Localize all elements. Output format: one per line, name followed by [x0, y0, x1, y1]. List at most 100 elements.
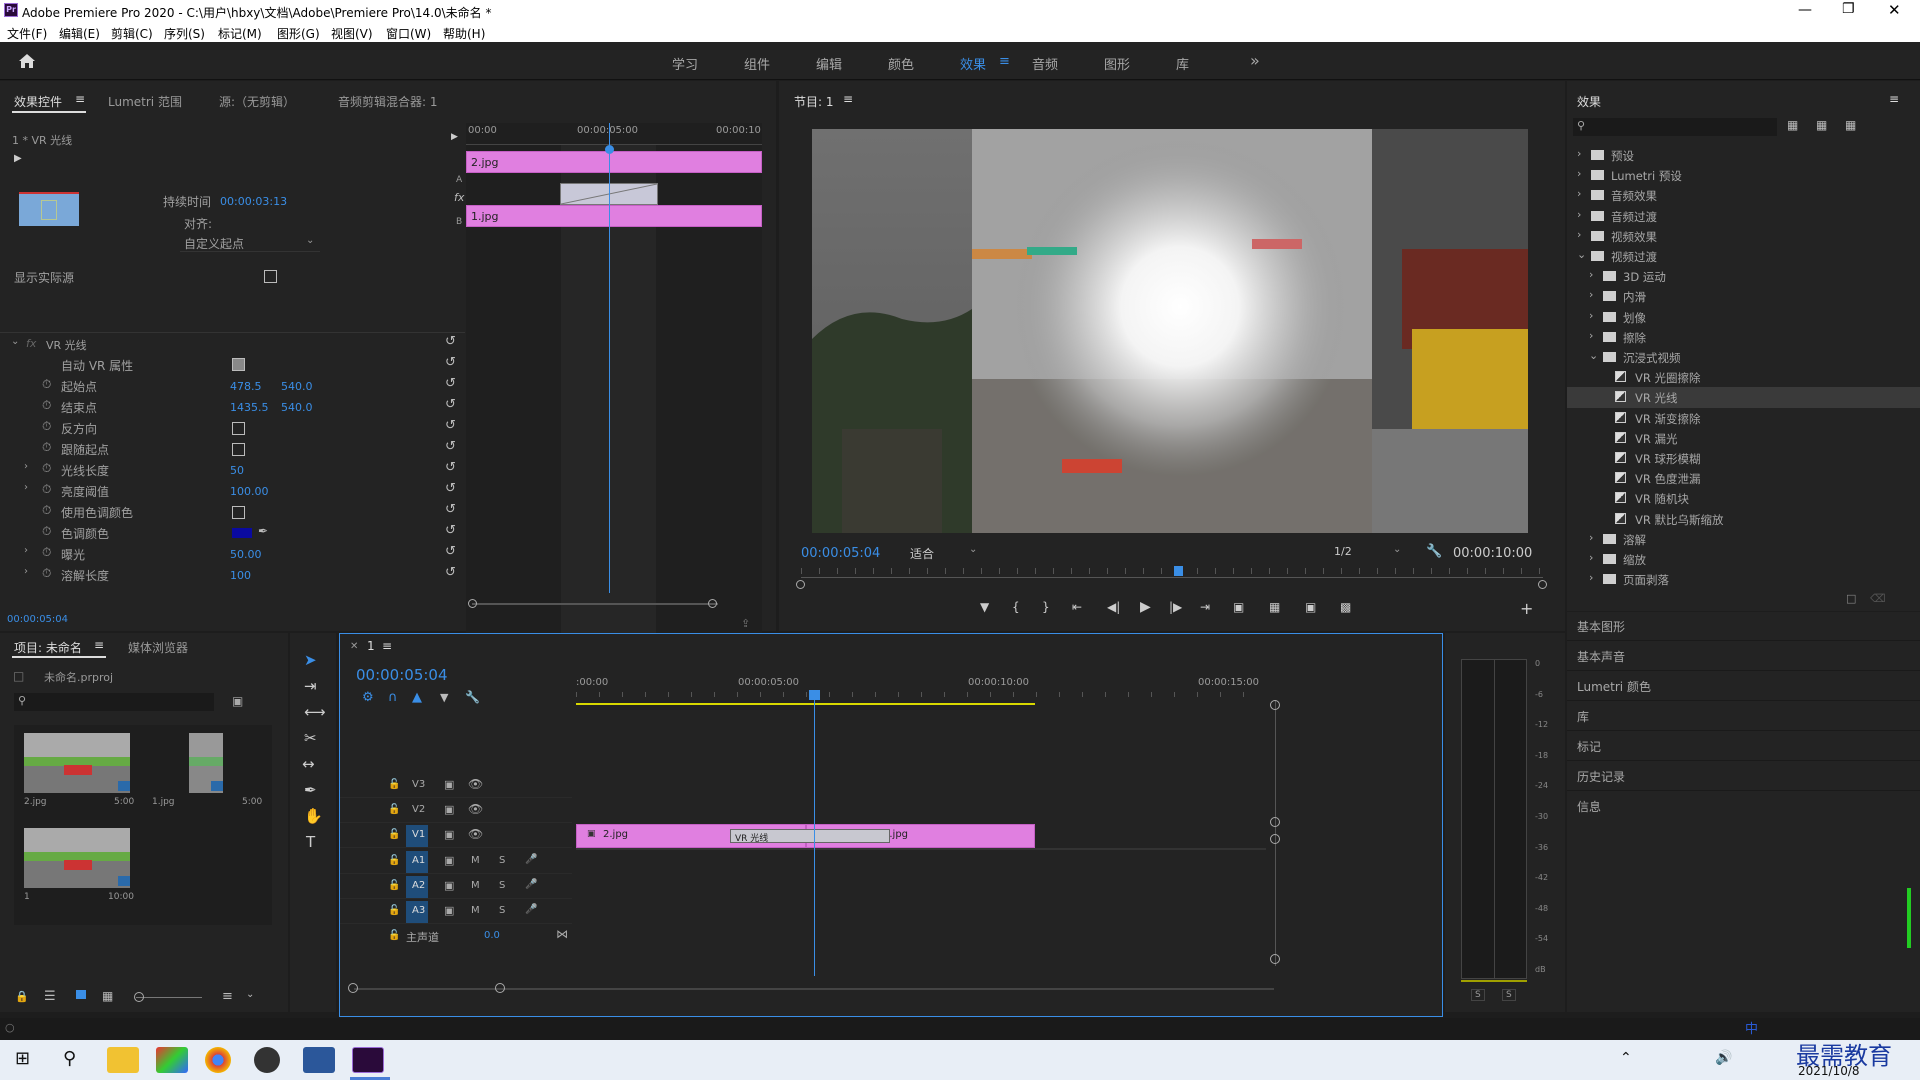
- mute-button[interactable]: M: [471, 855, 480, 866]
- menu-file[interactable]: 文件(F): [7, 25, 47, 42]
- chevron-right-icon[interactable]: ›: [1577, 228, 1581, 241]
- lock-icon[interactable]: 🔓: [388, 930, 400, 941]
- menu-sequence[interactable]: 序列(S): [164, 25, 205, 42]
- reset-icon[interactable]: ↺: [445, 524, 459, 538]
- fit-dropdown[interactable]: 适合 ⌄: [907, 542, 985, 562]
- go-to-out-icon[interactable]: ⇥: [1200, 600, 1210, 614]
- zoom-handle-left[interactable]: [468, 599, 477, 608]
- type-tool-icon[interactable]: T: [306, 833, 315, 851]
- chrome-icon[interactable]: [205, 1047, 231, 1073]
- button-editor-icon[interactable]: +: [1520, 599, 1533, 618]
- auto-vr-checkbox[interactable]: [232, 358, 245, 371]
- menu-marker[interactable]: 标记(M): [218, 25, 262, 42]
- effects-item[interactable]: VR 球形模糊: [1567, 448, 1920, 468]
- pen-tool-icon[interactable]: ✒: [304, 781, 317, 799]
- extract-icon[interactable]: ▦: [1269, 600, 1280, 614]
- project-item-2jpg[interactable]: 2.jpg 5:00: [14, 725, 134, 815]
- chevron-up-icon[interactable]: ⌃: [1620, 1050, 1632, 1066]
- tab-audio-clip-mixer[interactable]: 音频剪辑混合器: 1: [338, 93, 438, 110]
- reset-icon[interactable]: ↺: [445, 545, 459, 559]
- reset-icon[interactable]: ↺: [445, 335, 459, 349]
- work-area-bar[interactable]: [576, 703, 1035, 705]
- project-search-input[interactable]: ⚲: [14, 693, 214, 711]
- timeline-transition[interactable]: VR 光线: [730, 829, 890, 844]
- play-transition-icon[interactable]: ▶: [14, 153, 22, 164]
- zoom-handle-right[interactable]: [495, 983, 505, 993]
- ripple-edit-tool-icon[interactable]: ⟷: [304, 703, 326, 721]
- panel-info[interactable]: 信息: [1577, 798, 1601, 815]
- chevron-down-icon[interactable]: ⌄: [1577, 248, 1586, 261]
- workspace-libraries[interactable]: 库: [1176, 54, 1189, 73]
- effects-folder[interactable]: › 内滑: [1567, 286, 1920, 306]
- menu-graphics[interactable]: 图形(G): [277, 25, 320, 42]
- follow-start-checkbox[interactable]: [232, 443, 245, 456]
- chevron-right-icon[interactable]: ›: [1589, 531, 1593, 544]
- yuv-effects-icon[interactable]: ▦: [1845, 118, 1856, 132]
- show-source-checkbox[interactable]: [264, 270, 277, 283]
- stopwatch-icon[interactable]: ⏱: [42, 482, 51, 497]
- mic-icon[interactable]: 🎤: [525, 879, 537, 890]
- sequence-tab[interactable]: 1: [367, 639, 375, 653]
- chevron-right-icon[interactable]: ›: [1577, 208, 1581, 221]
- effects-item[interactable]: VR 随机块: [1567, 488, 1920, 508]
- stopwatch-icon[interactable]: ⏱: [42, 440, 51, 455]
- workspace-assembly[interactable]: 组件: [744, 54, 770, 73]
- windows-start-icon[interactable]: ⊞: [15, 1048, 30, 1069]
- timeline-timecode[interactable]: 00:00:05:04: [356, 666, 448, 684]
- menu-window[interactable]: 窗口(W): [386, 25, 431, 42]
- reverse-checkbox[interactable]: [232, 422, 245, 435]
- reset-icon[interactable]: ↺: [445, 482, 459, 496]
- sync-lock-icon[interactable]: ▣: [444, 778, 454, 791]
- duration-value[interactable]: 00:00:03:13: [220, 195, 287, 208]
- menu-edit[interactable]: 编辑(E): [59, 25, 100, 42]
- reset-icon[interactable]: ↺: [445, 461, 459, 475]
- lock-icon[interactable]: 🔒: [15, 990, 29, 1003]
- solo-right-button[interactable]: S: [1502, 989, 1516, 1001]
- scrub-zoom-handle-right[interactable]: [1538, 580, 1547, 589]
- workspace-editing[interactable]: 编辑: [816, 54, 842, 73]
- menu-clip[interactable]: 剪辑(C): [111, 25, 153, 42]
- freeform-view-icon[interactable]: ▦: [102, 989, 113, 1003]
- sync-lock-icon[interactable]: ▣: [444, 803, 454, 816]
- chevron-right-icon[interactable]: ›: [24, 545, 28, 556]
- word-icon[interactable]: [303, 1047, 335, 1073]
- mute-button[interactable]: M: [471, 880, 480, 891]
- panel-lumetri-color[interactable]: Lumetri 颜色: [1577, 678, 1651, 695]
- hand-tool-icon[interactable]: ✋: [304, 807, 323, 825]
- tab-effect-controls[interactable]: 效果控件: [14, 93, 62, 110]
- vertical-scrollbar[interactable]: [1275, 700, 1276, 966]
- sort-icon[interactable]: ≡: [222, 989, 233, 1004]
- step-forward-icon[interactable]: |▶: [1169, 600, 1182, 614]
- panel-menu-icon[interactable]: ≡: [382, 639, 392, 653]
- menu-view[interactable]: 视图(V): [331, 25, 373, 42]
- eye-icon[interactable]: 👁: [468, 827, 483, 841]
- tab-lumetri-scopes[interactable]: Lumetri 范围: [108, 93, 182, 110]
- panel-essential-sound[interactable]: 基本声音: [1577, 648, 1625, 665]
- panel-libraries[interactable]: 库: [1577, 708, 1589, 725]
- compare-icon[interactable]: ▩: [1340, 600, 1351, 614]
- workspace-learn[interactable]: 学习: [672, 54, 698, 73]
- search-icon[interactable]: ⚲: [63, 1048, 76, 1069]
- effects-item[interactable]: VR 光圈擦除: [1567, 367, 1920, 387]
- effects-item[interactable]: VR 渐变擦除: [1567, 408, 1920, 428]
- effects-item[interactable]: VR 光线: [1567, 387, 1920, 408]
- sync-lock-icon[interactable]: ▣: [444, 904, 454, 917]
- scroll-handle[interactable]: [1270, 954, 1280, 964]
- effects-item[interactable]: VR 色度泄漏: [1567, 468, 1920, 488]
- mark-in-icon[interactable]: {: [1012, 600, 1020, 614]
- lock-icon[interactable]: 🔓: [388, 779, 400, 790]
- panel-menu-icon[interactable]: ≡: [1889, 92, 1899, 106]
- reset-icon[interactable]: ↺: [445, 440, 459, 454]
- effects-folder[interactable]: › 音频效果: [1567, 185, 1920, 205]
- play-icon[interactable]: ▶: [1140, 599, 1151, 615]
- 32bit-effects-icon[interactable]: ▦: [1816, 118, 1827, 132]
- icon-view-icon[interactable]: [76, 990, 86, 999]
- add-marker-icon[interactable]: ▼: [440, 691, 448, 704]
- home-icon[interactable]: [18, 53, 36, 69]
- razor-tool-icon[interactable]: ✂: [304, 729, 317, 747]
- lock-icon[interactable]: 🔓: [388, 855, 400, 866]
- mic-icon[interactable]: 🎤: [525, 904, 537, 915]
- lift-icon[interactable]: ▣: [1233, 600, 1244, 614]
- stopwatch-icon[interactable]: ⏱: [42, 503, 51, 518]
- stopwatch-icon[interactable]: ⏱: [42, 419, 51, 434]
